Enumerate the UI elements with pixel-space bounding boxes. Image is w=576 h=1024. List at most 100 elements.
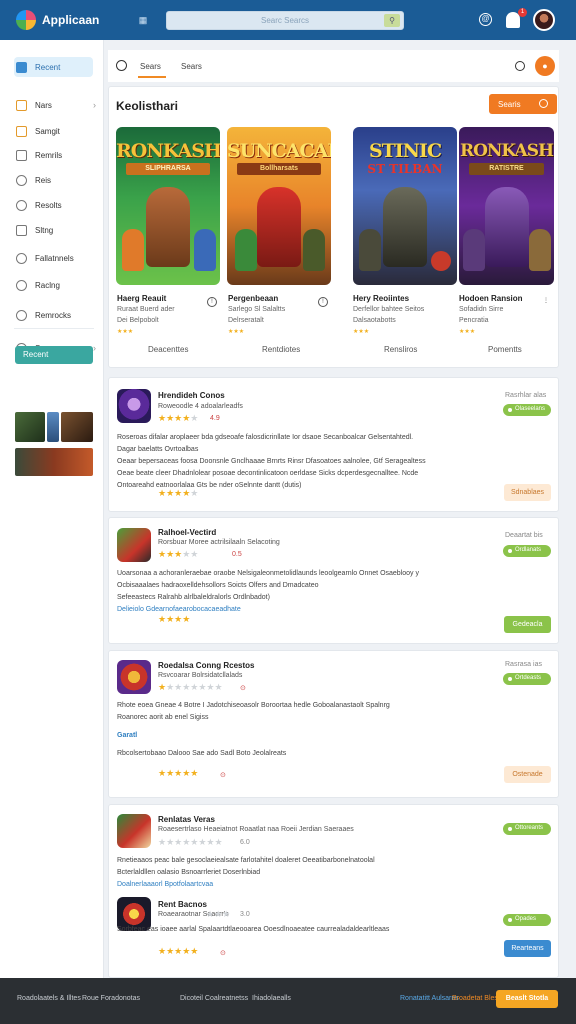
sidebar-item-remrocks[interactable]: Remrocks [16, 307, 96, 323]
game-card-subtitle: Ruraat Buerd ader [117, 306, 175, 313]
description-link[interactable]: Doalnerlaaaorl Bpotfolaartcvaa [117, 879, 485, 891]
game-card-rating: ★★★ [459, 329, 476, 335]
game-card-logo: RONKASH [116, 140, 220, 162]
install-button[interactable]: Ostenade [504, 766, 551, 783]
sidebar-item-label: Reis [35, 175, 52, 185]
release-date: Deaartat bis [505, 532, 543, 539]
character-figure [122, 229, 144, 271]
user-avatar[interactable] [533, 9, 555, 31]
game-card-image[interactable]: RONKASH SLIPHRARSA [116, 127, 220, 285]
info-icon[interactable]: ! [318, 297, 328, 307]
tab-sears-1[interactable]: Sears [140, 62, 161, 71]
sidebar-item-samgit[interactable]: Samgit [16, 123, 96, 139]
recent-thumb[interactable] [47, 412, 59, 442]
game-card-link[interactable]: Deacenttes [148, 345, 188, 354]
game-card-subtitle: Pencratia [459, 317, 489, 324]
featured-button-label: Searis [498, 100, 521, 109]
recent-banner[interactable] [15, 448, 93, 476]
sidebar-item-recent[interactable]: Recent [16, 59, 96, 75]
app-name[interactable]: Hrendideh Conos [158, 391, 225, 400]
sidebar-item-raclng[interactable]: Raclng [16, 277, 96, 293]
app-name[interactable]: Renlatas Veras [158, 815, 215, 824]
star-rating: ★★★★★ [158, 488, 199, 498]
sidebar-item-label: Remrils [35, 150, 63, 160]
game-card-link[interactable]: Rensliros [384, 345, 417, 354]
app-logo-icon[interactable] [16, 10, 36, 30]
status-pill[interactable]: Olaseelans [503, 404, 551, 416]
controller-icon [16, 174, 27, 186]
status-pill[interactable]: Ordlanats [503, 545, 551, 557]
description-line: Rbcolsertobaao Dalooo Sae ado Sadl Boto … [117, 750, 287, 757]
app-icon[interactable] [117, 660, 151, 694]
footer-link[interactable]: Roadolaatels & Illtes [17, 995, 81, 1002]
add-icon[interactable]: ● [535, 56, 555, 76]
notification-badge: 1 [518, 8, 527, 17]
help-icon[interactable]: @ [479, 13, 492, 26]
description-line: Ocbisaaalaes hadraoxelldehsollors Soicts… [117, 582, 319, 589]
sidebar-item-sltng[interactable]: Sltng [16, 222, 96, 238]
app-icon[interactable] [117, 814, 151, 848]
info-icon[interactable]: ! [207, 297, 217, 307]
grid-icon[interactable]: ▦ [138, 15, 148, 25]
game-card-logo-sub: Bollharsats [237, 163, 321, 175]
app-name[interactable]: Rent Bacnos [158, 900, 207, 909]
app-name[interactable]: Ralhoel-Vectird [158, 528, 216, 537]
install-button[interactable]: Sdnablaes [504, 484, 551, 501]
status-pill[interactable]: Ottoreants [503, 823, 551, 835]
search-icon[interactable]: ⚲ [384, 14, 400, 27]
star-rating: ★★★★★ [158, 946, 199, 956]
recent-thumb[interactable] [15, 412, 45, 442]
game-card-title[interactable]: Pergenbeaan [228, 294, 278, 303]
sidebar-item-fallatnnels[interactable]: Fallatnnels [16, 250, 96, 266]
footer-button[interactable]: Beaslt Stotla [496, 990, 558, 1008]
character-figure [257, 187, 301, 267]
description-link[interactable]: Garatl [117, 730, 485, 742]
footer-link[interactable]: Ihiadolaealls [252, 995, 291, 1002]
app-description: Roseroas difalar aroplaeer bda gdseoafe … [117, 432, 485, 492]
sidebar-divider [14, 328, 94, 329]
sidebar-item-label: Fallatnnels [35, 253, 74, 263]
sidebar-item-nars[interactable]: Nars › [16, 97, 96, 113]
game-card-title[interactable]: Haerg Reauit [117, 294, 166, 303]
game-card-title[interactable]: Hodoen Ransion [459, 294, 523, 303]
status-pill[interactable]: Ortdeasts [503, 673, 551, 685]
footer-link[interactable]: Roue Foradonotas [82, 995, 140, 1002]
sidebar-item-remrils[interactable]: Remrils [16, 147, 96, 163]
chevron-right-icon: › [93, 100, 96, 110]
app-icon[interactable] [117, 389, 151, 423]
description-line: Bcterlaldllen oalasio Bsnoarrleriet Dose… [117, 869, 261, 876]
search-icon[interactable] [116, 60, 127, 71]
game-card-link[interactable]: Rentdiotes [262, 345, 300, 354]
tab-sears-2[interactable]: Sears [181, 62, 202, 71]
recent-section-tag[interactable]: Recent [15, 346, 93, 364]
character-figure [303, 229, 325, 271]
rating-value: 0.5 [232, 551, 242, 558]
mic-icon[interactable] [515, 61, 525, 71]
app-description: Rhote eoea Gneae 4 Botre I Jadotchiseoas… [117, 700, 485, 760]
game-card-link[interactable]: Pomentts [488, 345, 522, 354]
game-card-title[interactable]: Hery Reoiintes [353, 294, 409, 303]
sidebar-item-label: Sltng [35, 225, 54, 235]
rating-badge: ⊙ [220, 772, 226, 779]
game-card-image[interactable]: RONKASH RATISTRE [459, 127, 554, 285]
more-icon[interactable]: ⋮ [541, 297, 551, 307]
game-card-subtitle: Delrseratalt [228, 317, 264, 324]
status-pill[interactable]: Opades [503, 914, 551, 926]
rating-value: 4.9 [210, 415, 220, 422]
sidebar-item-reis[interactable]: Reis [16, 172, 96, 188]
sidebar-item-resolts[interactable]: Resolts [16, 197, 96, 213]
search-bar[interactable]: Searc Searcs ⚲ [166, 11, 404, 30]
game-card-image[interactable]: SUNCACAI Bollharsats [227, 127, 331, 285]
game-card-subtitle: Sarlego Sl Salaltts [228, 306, 286, 313]
app-icon[interactable] [117, 528, 151, 562]
footer-link[interactable]: Ronatatitt Aulsarns [400, 995, 459, 1002]
footer-link[interactable]: Dicoteil Coalreatnetss [180, 995, 248, 1002]
game-card-image[interactable]: STINIC ST TILBAN [353, 127, 457, 285]
install-button[interactable]: Rearteans [504, 940, 551, 957]
description-line: Rhote eoea Gneae 4 Botre I Jadotchiseoas… [117, 702, 390, 709]
star-rating: ★★★★★ [158, 549, 199, 559]
app-name[interactable]: Roedalsa Conng Rcestos [158, 661, 254, 670]
recent-thumb[interactable] [61, 412, 93, 442]
featured-action-button[interactable]: Searis [489, 94, 557, 114]
install-button[interactable]: Gedeacla [504, 616, 551, 633]
